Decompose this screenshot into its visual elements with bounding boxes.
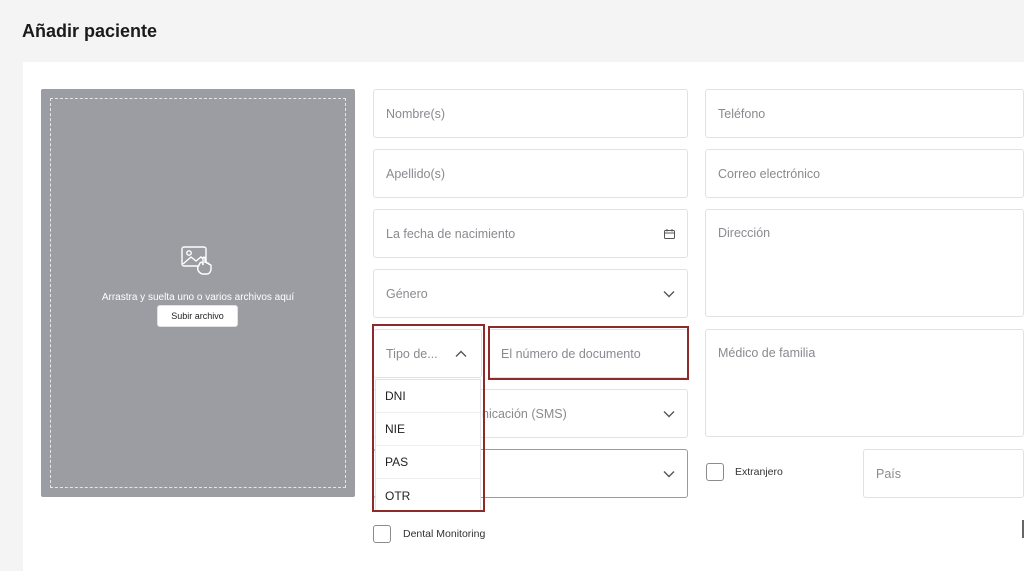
address-textarea[interactable]: Dirección [705, 209, 1024, 317]
foreigner-checkbox[interactable] [706, 463, 724, 481]
page-title: Añadir paciente [22, 21, 158, 41]
phone-placeholder: Teléfono [718, 106, 766, 121]
country-placeholder: País [876, 466, 902, 481]
family-doctor-textarea[interactable]: Médico de familia [705, 329, 1024, 437]
option-dni[interactable]: DNI [376, 380, 480, 413]
chevron-down-icon [663, 470, 675, 478]
country-input[interactable]: País [863, 449, 1024, 498]
dental-monitoring-checkbox[interactable] [373, 525, 391, 543]
chevron-down-icon [663, 410, 675, 418]
email-input[interactable]: Correo electrónico [705, 149, 1024, 198]
foreigner-label: Extranjero [735, 466, 783, 478]
chevron-down-icon [663, 290, 675, 298]
upload-dropzone[interactable]: Arrastra y suelta uno o varios archivos … [41, 89, 355, 497]
last-name-input[interactable]: Apellido(s) [373, 149, 688, 198]
document-number-placeholder: El número de documento [501, 346, 641, 361]
calendar-icon[interactable] [664, 228, 675, 239]
document-type-select[interactable]: Tipo de... [373, 329, 482, 378]
document-type-placeholder: Tipo de... [386, 346, 438, 361]
family-doctor-placeholder: Médico de familia [718, 346, 816, 360]
first-name-input[interactable]: Nombre(s) [373, 89, 688, 138]
phone-input[interactable]: Teléfono [705, 89, 1024, 138]
document-number-input[interactable]: El número de documento [488, 329, 688, 378]
last-name-placeholder: Apellido(s) [386, 166, 446, 181]
option-pas[interactable]: PAS [376, 446, 480, 479]
email-placeholder: Correo electrónico [718, 166, 821, 181]
gender-select[interactable]: Género [373, 269, 688, 318]
birthdate-input[interactable]: La fecha de nacimiento [373, 209, 688, 258]
upload-instructions: Arrastra y suelta uno o varios archivos … [101, 292, 295, 303]
gender-placeholder: Género [386, 286, 428, 301]
option-nie[interactable]: NIE [376, 413, 480, 446]
chevron-up-icon [455, 350, 467, 358]
document-type-dropdown: DNI NIE PAS OTR [375, 379, 481, 511]
option-otr[interactable]: OTR [376, 479, 480, 512]
dental-monitoring-label: Dental Monitoring [403, 528, 486, 540]
upload-file-button[interactable]: Subir archivo [157, 305, 238, 327]
birthdate-placeholder: La fecha de nacimiento [386, 226, 516, 241]
communication-placeholder: nicación (SMS) [482, 406, 567, 421]
first-name-placeholder: Nombre(s) [386, 106, 446, 121]
image-upload-icon [180, 242, 216, 278]
address-placeholder: Dirección [718, 226, 771, 240]
